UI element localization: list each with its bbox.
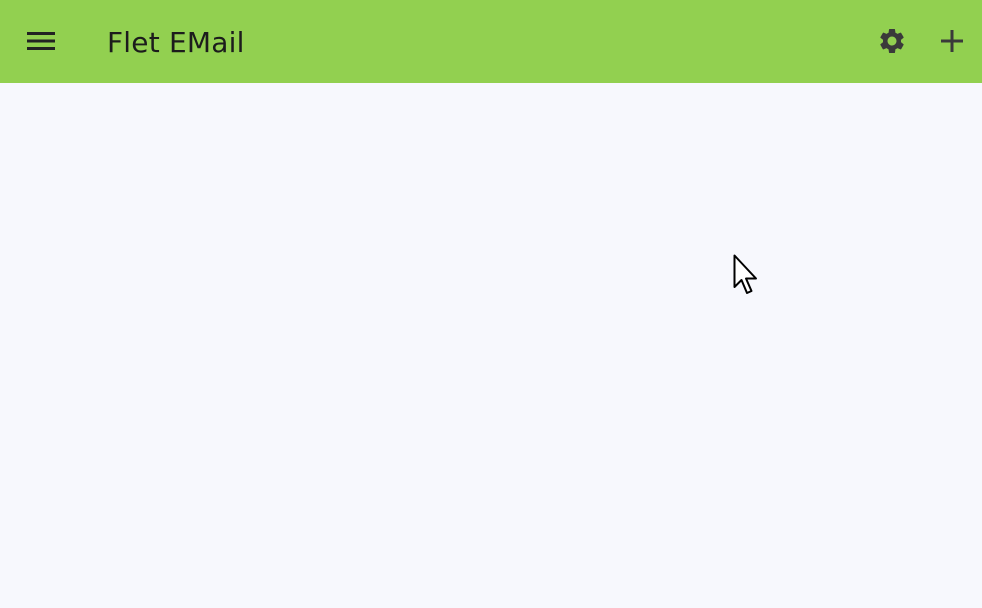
menu-button[interactable] [21,21,61,61]
main-content-area [0,83,982,608]
app-bar: Flet EMail [0,0,982,83]
settings-button[interactable] [872,21,912,61]
gear-icon [880,29,904,53]
menu-icon [27,32,55,50]
plus-icon [941,30,963,52]
app-title: Flet EMail [107,26,245,59]
add-button[interactable] [932,21,972,61]
app-window: Flet EMail [0,0,982,608]
